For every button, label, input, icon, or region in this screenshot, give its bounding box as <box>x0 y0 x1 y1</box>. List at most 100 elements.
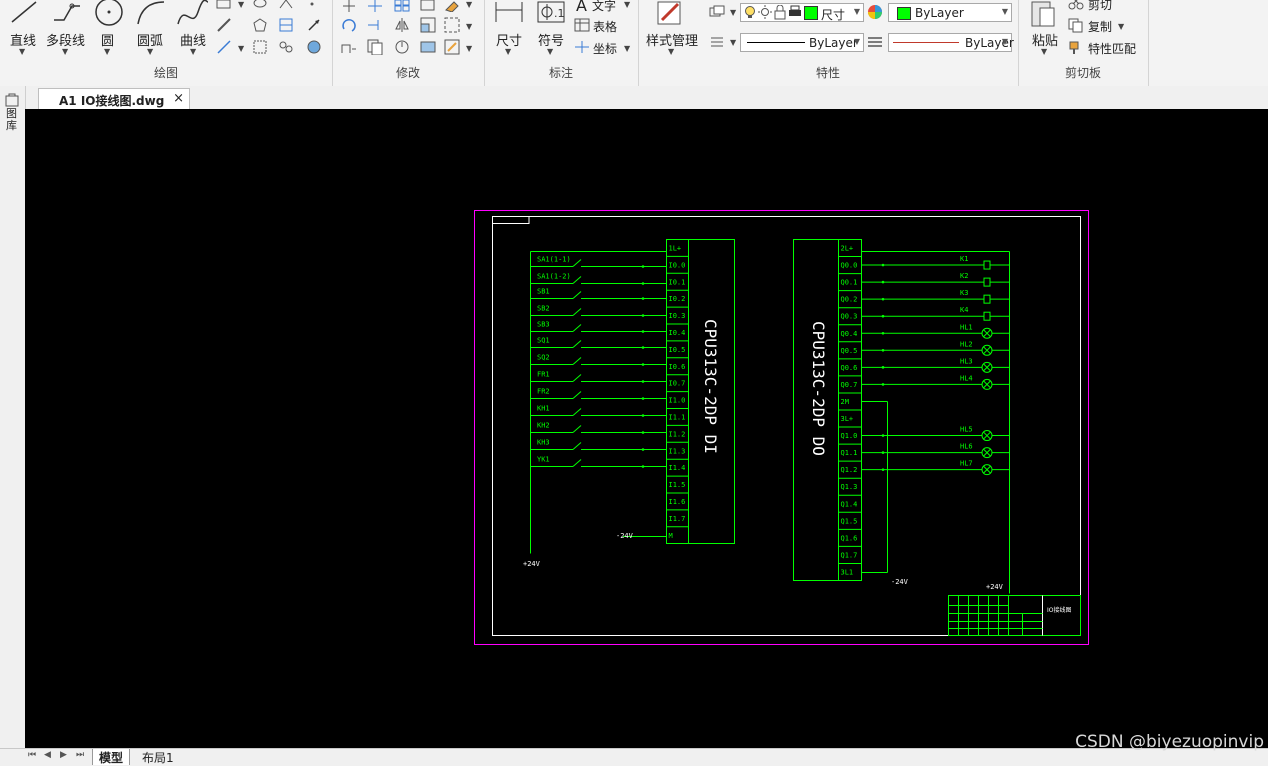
linetype-select[interactable]: ByLayer ▼ <box>740 33 864 52</box>
layer-dropdown-arrow[interactable]: ▼ <box>854 7 860 16</box>
lock-icon[interactable] <box>773 5 787 20</box>
revision-cloud-icon[interactable] <box>278 39 294 55</box>
contact-blade <box>572 442 582 450</box>
spline-icon[interactable] <box>176 0 210 28</box>
hatch-icon[interactable] <box>216 17 232 33</box>
tab-layout1[interactable]: 布局1 <box>136 749 180 765</box>
edit-pline-dropdown-arrow[interactable]: ▼ <box>466 44 472 53</box>
ellipse-icon[interactable] <box>252 0 268 10</box>
first-layout-icon[interactable]: ⏮ <box>28 750 36 760</box>
lineweight-dropdown-arrow[interactable]: ▼ <box>1002 37 1008 46</box>
layer-select[interactable]: 尺寸 ▼ <box>740 3 864 22</box>
arc-icon[interactable] <box>134 0 168 28</box>
rotate-icon[interactable] <box>340 17 358 33</box>
print-icon[interactable] <box>788 5 802 20</box>
dimension-icon[interactable] <box>494 0 524 24</box>
prev-layout-icon[interactable]: ◀ <box>44 750 51 760</box>
color-dropdown-arrow[interactable]: ▼ <box>1002 7 1008 16</box>
copy-object-icon[interactable] <box>366 39 384 55</box>
do-terminal-label: Q0.7 <box>841 381 858 389</box>
color-select[interactable]: ByLayer ▼ <box>888 3 1012 22</box>
boundary-icon[interactable] <box>278 0 294 10</box>
region-icon[interactable] <box>252 39 268 55</box>
linetype-dropdown-arrow[interactable]: ▼ <box>854 37 860 46</box>
circle-dropdown-arrow[interactable]: ▼ <box>104 47 110 56</box>
cut-label[interactable]: 剪切 <box>1088 0 1112 13</box>
junction-dot <box>881 451 885 454</box>
lightbulb-icon[interactable] <box>743 5 757 20</box>
match-properties-label[interactable]: 特性匹配 <box>1088 40 1136 57</box>
rectangle-dropdown-arrow[interactable]: ▼ <box>238 0 244 9</box>
symbol-dropdown-arrow[interactable]: ▼ <box>547 47 553 56</box>
document-tab-title[interactable]: A1 IO接线图.dwg <box>59 92 164 109</box>
tab-model[interactable]: 模型 <box>92 749 131 765</box>
junction-dot <box>641 414 645 417</box>
wipeout-icon[interactable] <box>306 39 322 55</box>
library-icon[interactable] <box>5 93 19 107</box>
style-manager-dropdown-arrow[interactable]: ▼ <box>668 47 674 56</box>
spline-dropdown-arrow[interactable]: ▼ <box>190 47 196 56</box>
line-dropdown-arrow[interactable]: ▼ <box>19 47 25 56</box>
layer-state-icon[interactable] <box>708 4 726 20</box>
match-properties-icon[interactable] <box>1068 40 1084 55</box>
erase-icon[interactable] <box>444 0 460 12</box>
arc-dropdown-arrow[interactable]: ▼ <box>147 47 153 56</box>
do-terminal-label: Q1.1 <box>841 449 858 457</box>
linetype-dropdown-arrow-left[interactable]: ▼ <box>730 38 736 47</box>
paste-icon[interactable] <box>1030 0 1056 28</box>
copy-dropdown-arrow[interactable]: ▼ <box>1118 22 1124 31</box>
point-icon[interactable] <box>306 0 318 10</box>
trim-icon[interactable] <box>366 0 384 12</box>
offset-icon[interactable] <box>420 0 436 12</box>
layer-state-dropdown-arrow[interactable]: ▼ <box>730 8 736 17</box>
polygon-icon[interactable] <box>252 17 268 33</box>
coordinate-dropdown-arrow[interactable]: ▼ <box>624 44 630 53</box>
fillet-icon[interactable] <box>394 39 410 55</box>
erase-dropdown-arrow[interactable]: ▼ <box>466 0 472 9</box>
ray-icon[interactable] <box>306 17 322 33</box>
library-tab-label[interactable]: 图库 <box>6 108 19 132</box>
edit-pline-icon[interactable] <box>444 39 460 55</box>
paste-dropdown-arrow[interactable]: ▼ <box>1041 47 1047 56</box>
document-tab[interactable]: A1 IO接线图.dwg × <box>38 88 190 109</box>
mirror-icon[interactable] <box>394 17 410 33</box>
coordinate-tool-label[interactable]: 坐标 <box>593 40 617 57</box>
circle-icon[interactable] <box>92 0 126 28</box>
copy-icon[interactable] <box>1068 18 1084 33</box>
scale-icon[interactable] <box>420 17 436 33</box>
last-layout-icon[interactable]: ⏭ <box>76 750 84 760</box>
move-icon[interactable] <box>340 0 358 12</box>
next-layout-icon[interactable]: ▶ <box>60 750 67 760</box>
extend-icon[interactable] <box>366 17 384 33</box>
drawing-canvas[interactable]: 1L+ I0.0 I0.1 I0.2 I0.3 I0.4 I0.5 I0.6 I0.7 I1.0 I… <box>25 109 1268 748</box>
close-tab-icon[interactable]: × <box>173 91 184 106</box>
break-icon[interactable] <box>420 39 436 55</box>
copy-label[interactable]: 复制 <box>1088 18 1112 35</box>
color-wheel-icon[interactable] <box>867 4 883 20</box>
linetype-icon[interactable] <box>710 36 724 48</box>
polyline-icon[interactable] <box>50 0 84 26</box>
symbol-icon[interactable]: .1 <box>536 0 566 24</box>
cut-icon[interactable] <box>1068 0 1084 10</box>
lineweight-select[interactable]: ByLayer ▼ <box>888 33 1014 52</box>
array-icon[interactable] <box>394 0 410 12</box>
rectangle-icon[interactable] <box>216 0 232 10</box>
lineweight-icon[interactable] <box>867 36 883 48</box>
explode-icon[interactable] <box>444 17 460 33</box>
line-icon[interactable] <box>8 0 40 26</box>
dimension-dropdown-arrow[interactable]: ▼ <box>505 47 511 56</box>
construction-line-dropdown-arrow[interactable]: ▼ <box>238 44 244 53</box>
style-manager-icon[interactable] <box>656 0 686 26</box>
coordinate-icon[interactable] <box>574 40 590 54</box>
stretch-icon[interactable] <box>340 39 358 55</box>
text-dropdown-arrow[interactable]: ▼ <box>624 0 630 9</box>
text-tool-label[interactable]: 文字 <box>592 0 616 14</box>
explode-dropdown-arrow[interactable]: ▼ <box>466 22 472 31</box>
table-tool-label[interactable]: 表格 <box>593 18 617 35</box>
polyline-dropdown-arrow[interactable]: ▼ <box>62 47 68 56</box>
table-icon[interactable] <box>574 18 590 32</box>
sun-icon[interactable] <box>758 5 772 20</box>
construction-line-icon[interactable] <box>216 39 232 55</box>
table-draw-icon[interactable] <box>278 17 294 33</box>
text-icon[interactable]: A <box>576 0 587 15</box>
